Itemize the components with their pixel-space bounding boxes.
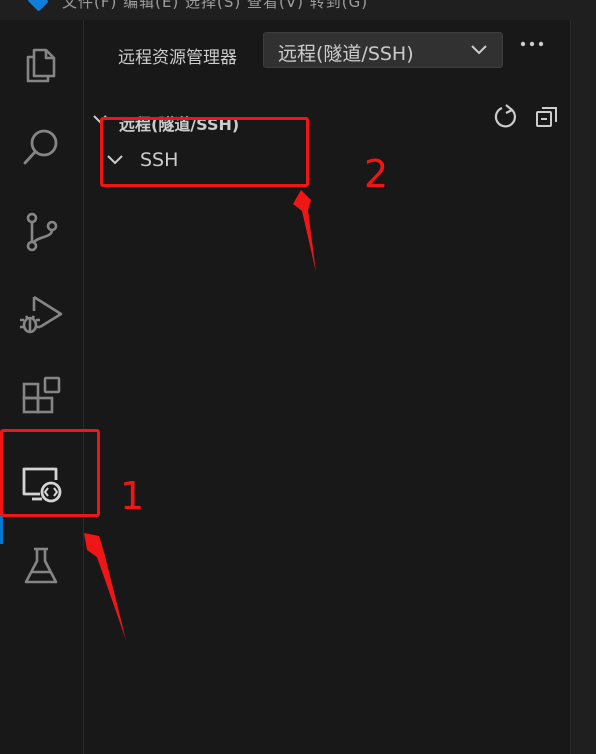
annotation-arrow-2: [293, 190, 316, 272]
annotation-arrows: [84, 190, 316, 640]
annotation-arrow-1: [84, 533, 126, 640]
